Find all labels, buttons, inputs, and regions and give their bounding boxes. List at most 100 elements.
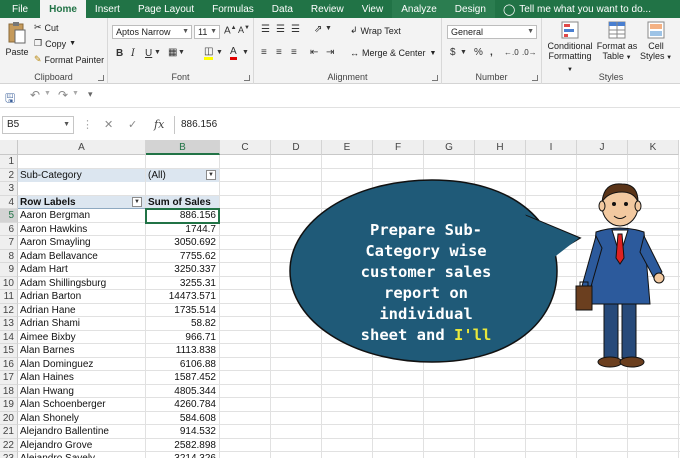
pivot-value-cell[interactable]: 14473.571 xyxy=(146,290,219,304)
row-header-4[interactable]: 4 xyxy=(0,195,18,209)
pivot-row-label[interactable]: Aaron Hawkins xyxy=(18,223,145,237)
pivot-row-label[interactable]: Aimee Bixby xyxy=(18,331,145,345)
row-header-14[interactable]: 14 xyxy=(0,330,18,344)
pivot-row-label[interactable]: Adam Bellavance xyxy=(18,250,145,264)
tab-data[interactable]: Data xyxy=(263,0,302,18)
row-header-19[interactable]: 19 xyxy=(0,398,18,412)
tab-page-layout[interactable]: Page Layout xyxy=(129,0,203,18)
column-header-h[interactable]: H xyxy=(475,140,526,155)
pivot-filter-label[interactable]: Sub-Category xyxy=(18,168,145,182)
pivot-value-cell[interactable]: 1735.514 xyxy=(146,304,219,318)
pivot-row-label[interactable]: Adrian Shami xyxy=(18,317,145,331)
column-header-b[interactable]: B xyxy=(146,140,220,155)
pivot-row-label[interactable]: Alejandro Savely xyxy=(18,452,145,458)
pivot-row-label[interactable]: Aaron Smayling xyxy=(18,236,145,250)
select-all-corner[interactable] xyxy=(0,140,18,155)
row-header-13[interactable]: 13 xyxy=(0,317,18,331)
row-header-5[interactable]: 5 xyxy=(0,209,18,223)
conditional-formatting-button[interactable]: Conditional Formatting ▼ xyxy=(546,21,594,75)
pivot-value-cell[interactable]: 1587.452 xyxy=(146,371,219,385)
tab-insert[interactable]: Insert xyxy=(86,0,129,18)
column-header-d[interactable]: D xyxy=(271,140,322,155)
copy-button[interactable]: ❐ Copy ▼ xyxy=(34,38,76,49)
column-header-i[interactable]: I xyxy=(526,140,577,155)
row-header-7[interactable]: 7 xyxy=(0,236,18,250)
row-header-17[interactable]: 17 xyxy=(0,371,18,385)
decrease-indent-icon[interactable]: ⇤ xyxy=(310,47,318,58)
font-color-icon[interactable]: A xyxy=(230,46,237,60)
pivot-value-cell[interactable]: 7755.62 xyxy=(146,250,219,264)
tab-review[interactable]: Review xyxy=(302,0,353,18)
pivot-row-label[interactable]: Adam Hart xyxy=(18,263,145,277)
chevron-down-icon[interactable]: ▼ xyxy=(72,90,79,97)
pivot-row-label[interactable]: Aaron Bergman xyxy=(18,209,145,223)
pivot-row-label[interactable]: Alan Haines xyxy=(18,371,145,385)
tab-analyze[interactable]: Analyze xyxy=(392,0,446,18)
row-header-2[interactable]: 2 xyxy=(0,168,18,182)
row-header-11[interactable]: 11 xyxy=(0,290,18,304)
formula-input[interactable]: 886.156 xyxy=(174,116,680,134)
comma-style-icon[interactable]: , xyxy=(490,47,493,58)
increase-decimal-icon[interactable]: ←.0 xyxy=(504,48,519,57)
chevron-down-icon[interactable]: ▼ xyxy=(216,49,223,56)
row-header-1[interactable]: 1 xyxy=(0,155,18,169)
pivot-value-cell[interactable]: 966.71 xyxy=(146,331,219,345)
pivot-value-cell[interactable]: 1744.7 xyxy=(146,223,219,237)
tab-formulas[interactable]: Formulas xyxy=(203,0,263,18)
save-icon[interactable]: 🖫 xyxy=(5,89,15,110)
pivot-values-header[interactable]: Sum of Sales xyxy=(146,195,219,209)
row-header-12[interactable]: 12 xyxy=(0,303,18,317)
chevron-down-icon[interactable]: ▼ xyxy=(325,25,332,32)
undo-icon[interactable]: ↶ xyxy=(30,88,40,102)
column-header-g[interactable]: G xyxy=(424,140,475,155)
format-painter-button[interactable]: ✎ Format Painter xyxy=(34,54,104,65)
row-header-23[interactable]: 23 xyxy=(0,452,18,458)
pivot-row-label[interactable]: Alan Shonely xyxy=(18,412,145,426)
row-header-18[interactable]: 18 xyxy=(0,384,18,398)
pivot-row-label[interactable]: Adrian Hane xyxy=(18,304,145,318)
font-launcher[interactable] xyxy=(244,75,250,81)
currency-icon[interactable]: $ xyxy=(450,47,456,58)
shrink-font-icon[interactable]: A▼ xyxy=(238,25,250,35)
row-header-16[interactable]: 16 xyxy=(0,357,18,371)
pivot-row-label[interactable]: Alan Hwang xyxy=(18,385,145,399)
tab-home[interactable]: Home xyxy=(40,0,86,18)
pivot-value-cell[interactable]: 6106.88 xyxy=(146,358,219,372)
percent-icon[interactable]: % xyxy=(474,47,483,58)
chevron-down-icon[interactable]: ▼ xyxy=(178,49,185,56)
number-format-select[interactable]: General ▼ xyxy=(447,25,537,39)
chevron-down-icon[interactable]: ▼ xyxy=(242,49,249,56)
grow-font-icon[interactable]: A▲ xyxy=(224,25,237,36)
italic-icon[interactable]: I xyxy=(131,48,135,59)
pivot-value-cell[interactable]: 1113.838 xyxy=(146,344,219,358)
cell-styles-button[interactable]: Cell Styles ▼ xyxy=(638,21,674,63)
pivot-value-cell[interactable]: 3214.326 xyxy=(146,452,219,458)
filter-dropdown-icon[interactable]: ▼ xyxy=(206,170,216,180)
pivot-value-cell[interactable]: 3250.337 xyxy=(146,263,219,277)
number-launcher[interactable] xyxy=(532,75,538,81)
pivot-row-label[interactable]: Alan Dominguez xyxy=(18,358,145,372)
orientation-icon[interactable]: ⇗ xyxy=(314,24,322,35)
align-center-icon[interactable]: ≡ xyxy=(276,47,282,58)
pivot-row-label[interactable]: Adrian Barton xyxy=(18,290,145,304)
row-header-15[interactable]: 15 xyxy=(0,344,18,358)
font-size-select[interactable]: 11 ▼ xyxy=(194,25,220,39)
chevron-down-icon[interactable]: ▼ xyxy=(460,49,467,56)
row-header-21[interactable]: 21 xyxy=(0,425,18,439)
tab-file[interactable]: File xyxy=(0,0,40,18)
increase-indent-icon[interactable]: ⇥ xyxy=(326,47,334,58)
pivot-value-cell[interactable]: 58.82 xyxy=(146,317,219,331)
column-header-a[interactable]: A xyxy=(18,140,146,155)
pivot-value-cell[interactable]: 3050.692 xyxy=(146,236,219,250)
wrap-text-button[interactable]: ↲ Wrap Text xyxy=(350,25,401,36)
align-right-icon[interactable]: ≡ xyxy=(291,47,297,58)
pivot-row-label[interactable]: Adam Shillingsburg xyxy=(18,277,145,291)
pivot-value-cell[interactable]: 584.608 xyxy=(146,412,219,426)
pivot-row-label[interactable]: Alan Schoenberger xyxy=(18,398,145,412)
column-header-e[interactable]: E xyxy=(322,140,373,155)
clipboard-launcher[interactable] xyxy=(98,75,104,81)
cut-button[interactable]: ✂ Cut xyxy=(34,22,59,33)
name-box[interactable]: B5 ▼ xyxy=(2,116,74,134)
pivot-row-label[interactable]: Alejandro Grove xyxy=(18,439,145,453)
pivot-value-cell[interactable]: 4260.784 xyxy=(146,398,219,412)
